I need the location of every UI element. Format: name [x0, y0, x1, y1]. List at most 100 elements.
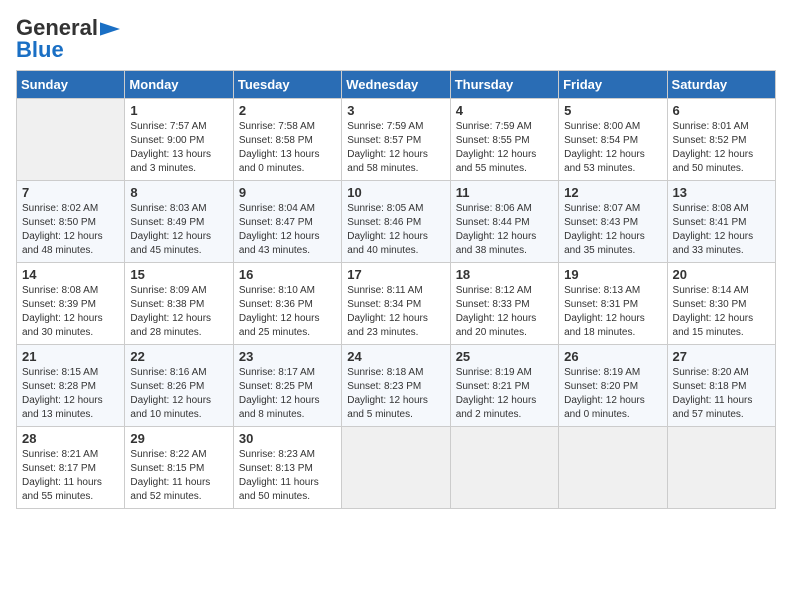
day-number: 21 [22, 349, 119, 364]
calendar-cell: 3 Sunrise: 7:59 AM Sunset: 8:57 PM Daylig… [342, 99, 450, 181]
calendar-cell: 12 Sunrise: 8:07 AM Sunset: 8:43 PM Dayli… [559, 181, 667, 263]
day-info: Sunrise: 8:18 AM Sunset: 8:23 PM Dayligh… [347, 366, 444, 422]
day-info: Sunrise: 7:58 AM Sunset: 8:58 PM Dayligh… [239, 120, 336, 176]
calendar-cell: 30 Sunrise: 8:23 AM Sunset: 8:13 PM Dayli… [233, 427, 341, 509]
col-header-thursday: Thursday [450, 71, 558, 99]
day-info: Sunrise: 7:59 AM Sunset: 8:57 PM Dayligh… [347, 120, 444, 176]
day-info: Sunrise: 8:19 AM Sunset: 8:20 PM Dayligh… [564, 366, 661, 422]
day-number: 25 [456, 349, 553, 364]
calendar-cell: 7 Sunrise: 8:02 AM Sunset: 8:50 PM Daylig… [17, 181, 125, 263]
logo-arrow-icon [100, 22, 120, 36]
day-number: 6 [673, 103, 770, 118]
calendar-cell: 16 Sunrise: 8:10 AM Sunset: 8:36 PM Dayli… [233, 263, 341, 345]
calendar-cell: 18 Sunrise: 8:12 AM Sunset: 8:33 PM Dayli… [450, 263, 558, 345]
day-number: 8 [130, 185, 227, 200]
day-number: 26 [564, 349, 661, 364]
day-info: Sunrise: 7:59 AM Sunset: 8:55 PM Dayligh… [456, 120, 553, 176]
col-header-wednesday: Wednesday [342, 71, 450, 99]
day-info: Sunrise: 8:16 AM Sunset: 8:26 PM Dayligh… [130, 366, 227, 422]
calendar-cell: 17 Sunrise: 8:11 AM Sunset: 8:34 PM Dayli… [342, 263, 450, 345]
day-number: 17 [347, 267, 444, 282]
col-header-saturday: Saturday [667, 71, 775, 99]
day-number: 24 [347, 349, 444, 364]
day-info: Sunrise: 8:19 AM Sunset: 8:21 PM Dayligh… [456, 366, 553, 422]
day-info: Sunrise: 8:08 AM Sunset: 8:39 PM Dayligh… [22, 284, 119, 340]
day-number: 22 [130, 349, 227, 364]
calendar-cell: 29Sunrise: 8:22 AM Sunset: 8:15 PM Dayli… [125, 427, 233, 509]
day-info: Sunrise: 8:01 AM Sunset: 8:52 PM Dayligh… [673, 120, 770, 176]
day-info: Sunrise: 7:57 AM Sunset: 9:00 PM Dayligh… [130, 120, 227, 176]
calendar-cell [342, 427, 450, 509]
day-number: 16 [239, 267, 336, 282]
day-number: 5 [564, 103, 661, 118]
calendar-cell: 6 Sunrise: 8:01 AM Sunset: 8:52 PM Daylig… [667, 99, 775, 181]
calendar-cell [450, 427, 558, 509]
day-number: 11 [456, 185, 553, 200]
col-header-sunday: Sunday [17, 71, 125, 99]
day-info: Sunrise: 8:14 AM Sunset: 8:30 PM Dayligh… [673, 284, 770, 340]
calendar-cell: 24 Sunrise: 8:18 AM Sunset: 8:23 PM Dayli… [342, 345, 450, 427]
calendar-cell: 20 Sunrise: 8:14 AM Sunset: 8:30 PM Dayli… [667, 263, 775, 345]
day-info: Sunrise: 8:06 AM Sunset: 8:44 PM Dayligh… [456, 202, 553, 258]
calendar-cell: 9 Sunrise: 8:04 AM Sunset: 8:47 PM Daylig… [233, 181, 341, 263]
day-info: Sunrise: 8:04 AM Sunset: 8:47 PM Dayligh… [239, 202, 336, 258]
day-info: Sunrise: 8:10 AM Sunset: 8:36 PM Dayligh… [239, 284, 336, 340]
calendar-cell: 11 Sunrise: 8:06 AM Sunset: 8:44 PM Dayli… [450, 181, 558, 263]
calendar-cell: 26 Sunrise: 8:19 AM Sunset: 8:20 PM Dayli… [559, 345, 667, 427]
calendar-table: SundayMondayTuesdayWednesdayThursdayFrid… [16, 70, 776, 509]
calendar-cell: 10 Sunrise: 8:05 AM Sunset: 8:46 PM Dayli… [342, 181, 450, 263]
calendar-cell [667, 427, 775, 509]
day-info: Sunrise: 8:07 AM Sunset: 8:43 PM Dayligh… [564, 202, 661, 258]
day-info: Sunrise: 8:00 AM Sunset: 8:54 PM Dayligh… [564, 120, 661, 176]
day-number: 15 [130, 267, 227, 282]
day-number: 1 [130, 103, 227, 118]
calendar-cell [559, 427, 667, 509]
day-info: Sunrise: 8:22 AM Sunset: 8:15 PM Dayligh… [130, 448, 227, 504]
day-number: 2 [239, 103, 336, 118]
day-number: 28 [22, 431, 119, 446]
calendar-cell: 19Sunrise: 8:13 AM Sunset: 8:31 PM Dayli… [559, 263, 667, 345]
day-number: 30 [239, 431, 336, 446]
calendar-cell: 25 Sunrise: 8:19 AM Sunset: 8:21 PM Dayli… [450, 345, 558, 427]
col-header-tuesday: Tuesday [233, 71, 341, 99]
day-number: 19 [564, 267, 661, 282]
day-number: 10 [347, 185, 444, 200]
day-number: 7 [22, 185, 119, 200]
calendar-cell: 5 Sunrise: 8:00 AM Sunset: 8:54 PM Daylig… [559, 99, 667, 181]
day-number: 3 [347, 103, 444, 118]
day-number: 12 [564, 185, 661, 200]
page-header: General Blue [16, 16, 776, 62]
day-info: Sunrise: 8:05 AM Sunset: 8:46 PM Dayligh… [347, 202, 444, 258]
calendar-cell [17, 99, 125, 181]
calendar-cell: 4 Sunrise: 7:59 AM Sunset: 8:55 PM Daylig… [450, 99, 558, 181]
day-info: Sunrise: 8:12 AM Sunset: 8:33 PM Dayligh… [456, 284, 553, 340]
day-info: Sunrise: 8:03 AM Sunset: 8:49 PM Dayligh… [130, 202, 227, 258]
day-number: 20 [673, 267, 770, 282]
calendar-cell: 23Sunrise: 8:17 AM Sunset: 8:25 PM Dayli… [233, 345, 341, 427]
day-info: Sunrise: 8:23 AM Sunset: 8:13 PM Dayligh… [239, 448, 336, 504]
day-info: Sunrise: 8:17 AM Sunset: 8:25 PM Dayligh… [239, 366, 336, 422]
calendar-cell: 8 Sunrise: 8:03 AM Sunset: 8:49 PM Daylig… [125, 181, 233, 263]
logo: General Blue [16, 16, 120, 62]
calendar-cell: 1 Sunrise: 7:57 AM Sunset: 9:00 PM Daylig… [125, 99, 233, 181]
day-number: 9 [239, 185, 336, 200]
day-info: Sunrise: 8:09 AM Sunset: 8:38 PM Dayligh… [130, 284, 227, 340]
day-info: Sunrise: 8:20 AM Sunset: 8:18 PM Dayligh… [673, 366, 770, 422]
col-header-monday: Monday [125, 71, 233, 99]
day-number: 4 [456, 103, 553, 118]
day-info: Sunrise: 8:11 AM Sunset: 8:34 PM Dayligh… [347, 284, 444, 340]
logo-blue-text: Blue [16, 37, 64, 62]
calendar-cell: 14 Sunrise: 8:08 AM Sunset: 8:39 PM Dayli… [17, 263, 125, 345]
calendar-cell: 15 Sunrise: 8:09 AM Sunset: 8:38 PM Dayli… [125, 263, 233, 345]
day-info: Sunrise: 8:02 AM Sunset: 8:50 PM Dayligh… [22, 202, 119, 258]
day-number: 14 [22, 267, 119, 282]
calendar-cell: 21 Sunrise: 8:15 AM Sunset: 8:28 PM Dayli… [17, 345, 125, 427]
day-info: Sunrise: 8:15 AM Sunset: 8:28 PM Dayligh… [22, 366, 119, 422]
calendar-cell: 27Sunrise: 8:20 AM Sunset: 8:18 PM Dayli… [667, 345, 775, 427]
calendar-cell: 13 Sunrise: 8:08 AM Sunset: 8:41 PM Dayli… [667, 181, 775, 263]
col-header-friday: Friday [559, 71, 667, 99]
day-number: 13 [673, 185, 770, 200]
day-info: Sunrise: 8:08 AM Sunset: 8:41 PM Dayligh… [673, 202, 770, 258]
day-number: 18 [456, 267, 553, 282]
day-info: Sunrise: 8:21 AM Sunset: 8:17 PM Dayligh… [22, 448, 119, 504]
